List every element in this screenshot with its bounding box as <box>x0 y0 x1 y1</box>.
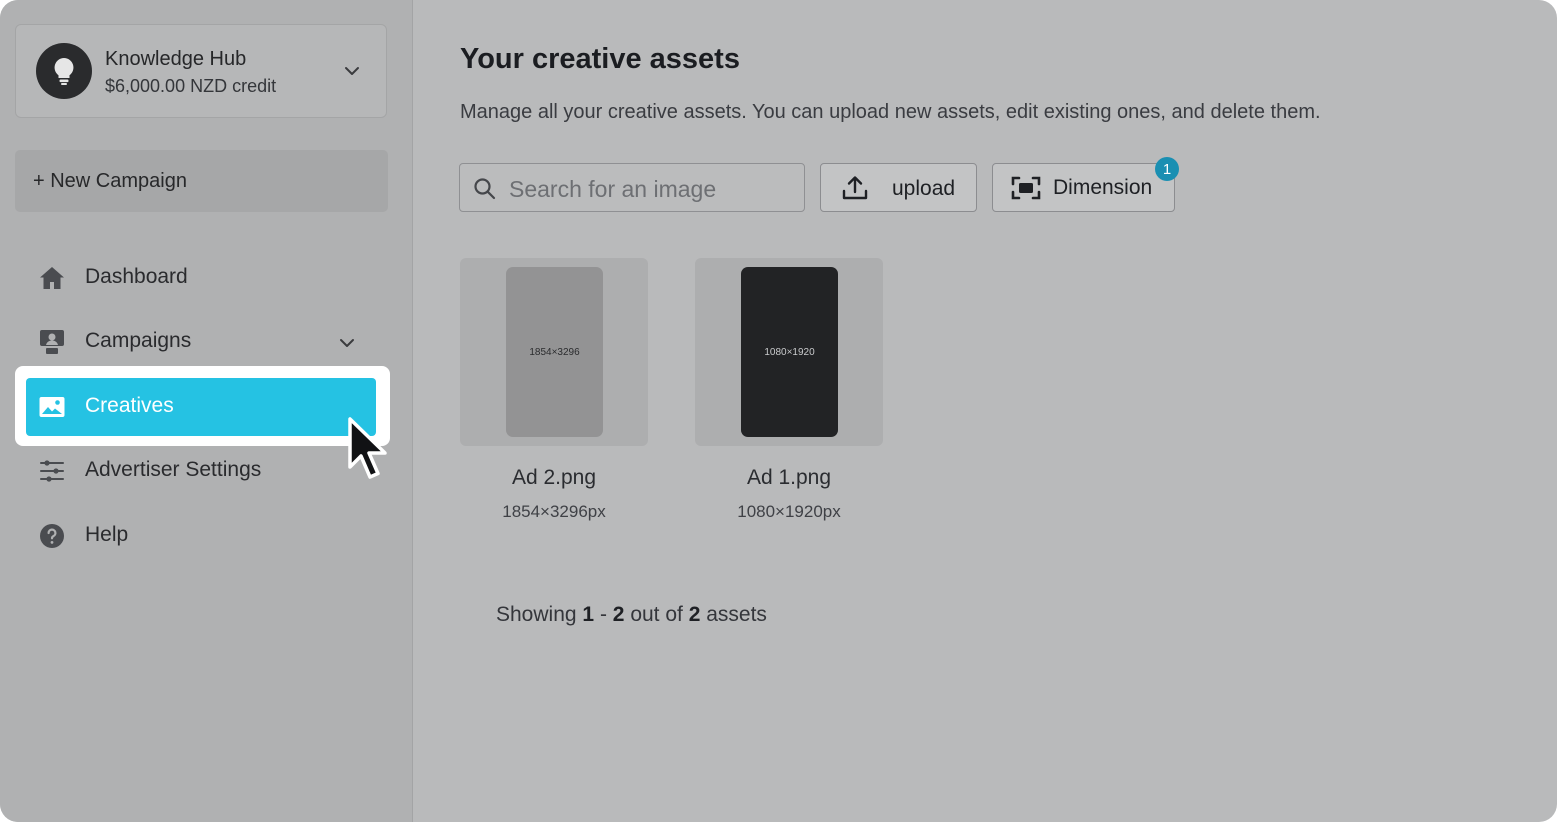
filter-count-badge: 1 <box>1155 157 1179 181</box>
sidebar-item-label: Dashboard <box>85 265 188 288</box>
summary-suffix: assets <box>706 603 767 626</box>
dimension-filter-button[interactable]: Dimension <box>992 163 1175 212</box>
account-credit: $6,000.00 NZD credit <box>105 76 277 96</box>
asset-thumbnail: 1854×3296 <box>506 267 603 437</box>
dimension-button-label: Dimension <box>1053 176 1153 199</box>
upload-icon <box>842 176 868 200</box>
sidebar-item-advertiser-settings[interactable]: Advertiser Settings <box>26 442 376 500</box>
asset-card[interactable]: 1080×1920 <box>695 258 883 446</box>
sidebar-item-label: Campaigns <box>85 329 192 352</box>
page-title: Your creative assets <box>460 43 740 75</box>
image-icon <box>38 393 66 421</box>
chevron-down-icon <box>340 339 354 347</box>
summary-total: 2 <box>688 603 701 626</box>
presentation-icon <box>38 328 66 356</box>
help-icon <box>38 522 66 550</box>
asset-dimensions: 1854×3296px <box>502 502 606 521</box>
pagination-summary: Showing 1 - 2 out of 2 assets <box>496 603 767 627</box>
account-name: Knowledge Hub <box>105 48 247 70</box>
summary-prefix: Showing <box>496 603 577 626</box>
summary-end: 2 <box>612 603 625 626</box>
asset-thumbnail: 1080×1920 <box>741 267 838 437</box>
new-campaign-button[interactable]: + New Campaign <box>15 150 388 212</box>
sliders-icon <box>38 457 66 485</box>
asset-name: Ad 1.png <box>746 466 832 489</box>
home-icon <box>38 264 66 292</box>
sidebar-item-creatives[interactable]: Creatives <box>26 378 376 436</box>
search-input[interactable] <box>507 172 801 206</box>
lightbulb-icon <box>36 43 92 99</box>
sidebar-item-label: Advertiser Settings <box>85 458 262 481</box>
asset-dimensions: 1080×1920px <box>737 502 841 521</box>
search-box <box>459 163 805 212</box>
page-description: Manage all your creative assets. You can… <box>460 101 1321 123</box>
chevron-down-icon <box>345 67 359 75</box>
app-window: Knowledge Hub $6,000.00 NZD credit + New… <box>0 0 1557 822</box>
sidebar-item-label: Help <box>85 523 129 546</box>
summary-middle: out of <box>630 603 683 626</box>
sidebar: Knowledge Hub $6,000.00 NZD credit + New… <box>0 0 413 822</box>
summary-dash: - <box>599 603 607 626</box>
mouse-pointer-icon <box>348 417 387 479</box>
sidebar-item-campaigns[interactable]: Campaigns <box>26 313 376 371</box>
account-switcher[interactable]: Knowledge Hub $6,000.00 NZD credit <box>15 24 387 118</box>
upload-button[interactable]: upload <box>820 163 977 212</box>
dimension-icon <box>1011 176 1041 200</box>
asset-card[interactable]: 1854×3296 <box>460 258 648 446</box>
upload-button-label: upload <box>892 177 956 200</box>
sidebar-item-dashboard[interactable]: Dashboard <box>26 249 376 307</box>
search-icon <box>474 178 496 200</box>
summary-start: 1 <box>582 603 595 626</box>
asset-name: Ad 2.png <box>511 466 597 489</box>
sidebar-item-help[interactable]: Help <box>26 507 376 565</box>
sidebar-item-label: Creatives <box>85 394 174 417</box>
